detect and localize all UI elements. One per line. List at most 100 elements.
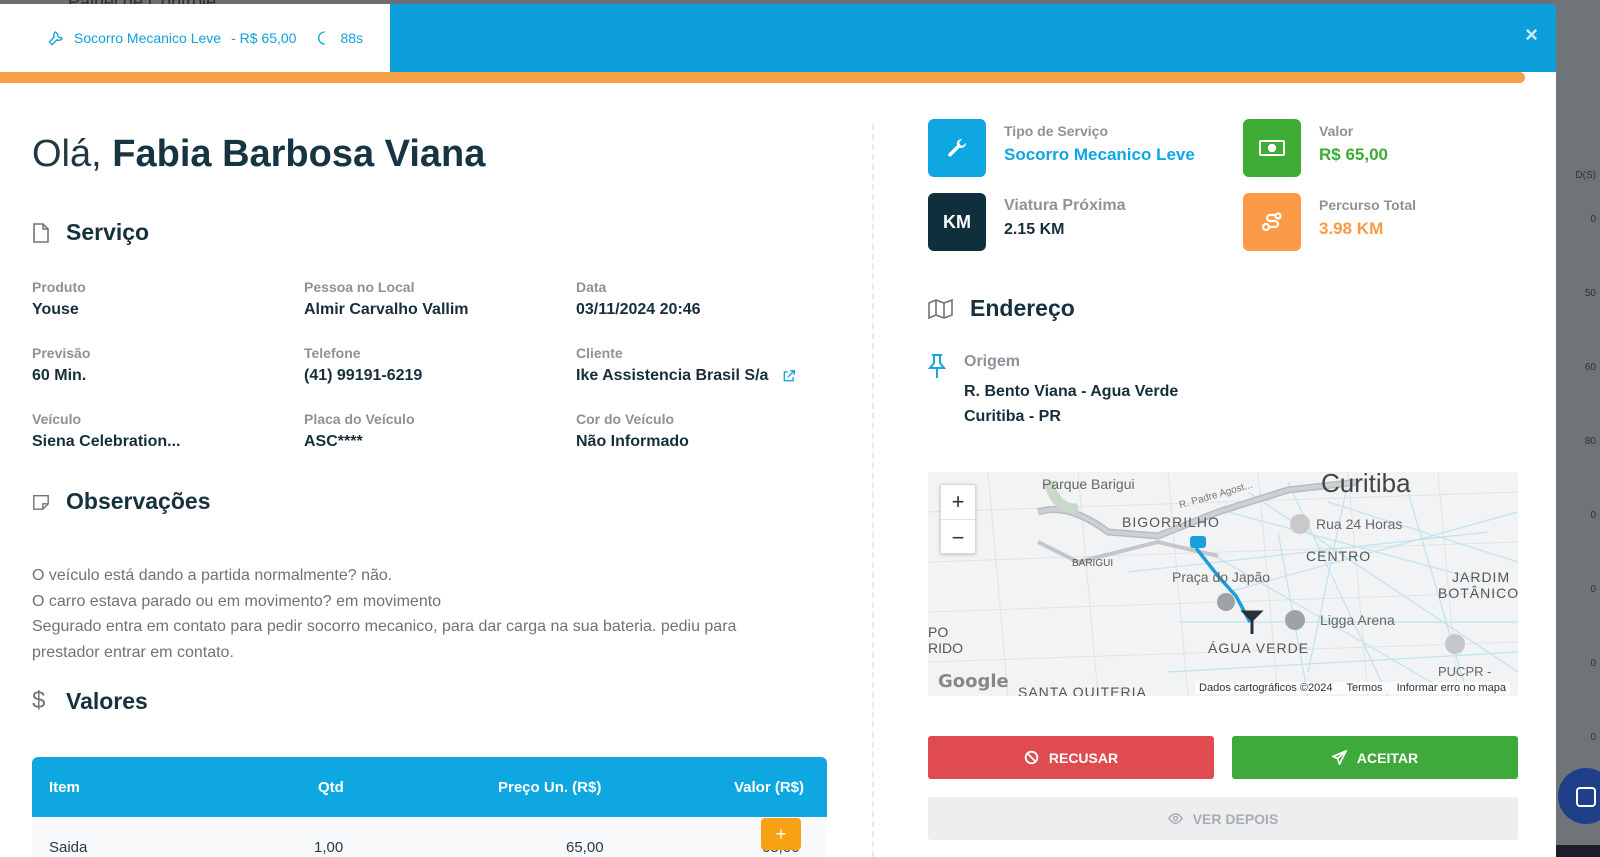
aceitar-label: ACEITAR — [1356, 749, 1419, 766]
observacao-line: O veículo está dando a partida normalmen… — [32, 567, 393, 584]
field-label: Previsão — [32, 345, 91, 361]
field-value: (41) 99191-6219 — [304, 367, 423, 384]
map-label: SANTA QUITERIA — [1018, 684, 1147, 696]
field-value: ASC**** — [304, 433, 363, 450]
map-label: BARIGUI — [1072, 558, 1114, 569]
greeting-prefix: Olá, — [32, 133, 102, 175]
map-data-credit: Dados cartográficos ©2024 — [1199, 682, 1333, 694]
table-header: Item Qtd Preço Un. (R$) Valor (R$) — [32, 757, 827, 817]
background-value: 80 — [1584, 436, 1596, 447]
field-cor: Cor do Veículo Não Informado — [576, 411, 689, 451]
ver-depois-button[interactable]: VER DEPOIS — [928, 797, 1518, 840]
cell-qtd: 1,00 — [314, 839, 344, 856]
ban-icon — [1024, 750, 1039, 765]
recusar-label: RECUSAR — [1048, 749, 1119, 766]
map-label: Praça do Japão — [1172, 569, 1271, 585]
origem-block: Origem R. Bento Viana - Agua Verde Curit… — [928, 353, 1178, 429]
eye-icon — [1167, 813, 1183, 824]
field-placa: Placa do Veículo ASC**** — [304, 411, 415, 451]
stat-value: 3.98 KM — [1319, 219, 1384, 238]
document-icon — [33, 222, 49, 243]
background-right-column: D(S) 0 50 60 80 0 0 0 0 0 — [1554, 0, 1600, 857]
modal-header: Socorro Mecanico Leve - R$ 65,00 88s × — [0, 4, 1556, 72]
recusar-button[interactable]: RECUSAR — [928, 736, 1214, 779]
field-value: 03/11/2024 20:46 — [576, 301, 701, 318]
google-logo[interactable]: Google — [938, 671, 1009, 692]
background-value: 60 — [1584, 362, 1596, 373]
map-label: BOTÂNICO — [1438, 585, 1518, 601]
map-footer: Dados cartográficos ©2024 Termos Informa… — [1195, 682, 1510, 694]
greeting-name: Fabia Barbosa Viana — [112, 133, 486, 175]
stat-percurso-total: Percurso Total 3.98 KM — [1243, 193, 1416, 251]
field-label: Veículo — [32, 411, 82, 427]
background-value: 0 — [1590, 584, 1596, 595]
map-label: Rua 24 Horas — [1316, 516, 1403, 532]
map-label: Ligga Arena — [1320, 612, 1395, 628]
endereco-title: Endereço — [970, 295, 1075, 321]
header-price-label: - R$ 65,00 — [231, 30, 297, 46]
origem-label: Origem — [964, 353, 1021, 370]
service-summary-tab[interactable]: Socorro Mecanico Leve - R$ 65,00 88s — [0, 4, 390, 72]
map-label: PUCPR - — [1438, 664, 1492, 679]
zoom-in-button[interactable]: + — [941, 485, 975, 520]
route-map[interactable]: Parque Barigui R. Padre Agost... Curitib… — [928, 472, 1518, 696]
field-label: Produto — [32, 279, 86, 295]
field-data: Data 03/11/2024 20:46 — [576, 279, 701, 319]
field-telefone: Telefone (41) 99191-6219 — [304, 345, 422, 385]
background-value: 50 — [1584, 288, 1596, 299]
km-icon: KM — [928, 193, 986, 251]
observacoes-text: O veículo está dando a partida normalmen… — [32, 563, 822, 665]
map-terms-link[interactable]: Termos — [1347, 682, 1383, 694]
field-label: Data — [576, 279, 607, 295]
stat-label: Valor — [1319, 123, 1354, 139]
field-label: Placa do Veículo — [304, 411, 415, 427]
stat-viatura-proxima: KM Viatura Próxima 2.15 KM — [928, 193, 1126, 251]
field-value: Almir Carvalho Vallim — [304, 301, 469, 318]
field-previsao: Previsão 60 Min. — [32, 345, 90, 385]
wrench-icon — [48, 31, 63, 46]
column-header-item: Item — [49, 778, 80, 796]
map-label: Curitiba — [1321, 472, 1411, 498]
aceitar-button[interactable]: ACEITAR — [1232, 736, 1518, 779]
map-label: JARDIM — [1452, 569, 1511, 585]
send-icon — [1331, 750, 1347, 765]
field-value: Não Informado — [576, 433, 689, 450]
note-icon — [33, 494, 49, 510]
origem-line1: R. Bento Viana - Agua Verde — [964, 383, 1179, 400]
column-header-qtd: Qtd — [318, 778, 344, 796]
endereco-section-title: Endereço — [928, 295, 1075, 322]
cell-preco: 65,00 — [566, 839, 604, 856]
field-pessoa-local: Pessoa no Local Almir Carvalho Vallim — [304, 279, 469, 319]
background-value: 0 — [1590, 732, 1596, 743]
background-value: 0 — [1590, 214, 1596, 225]
map-label: CENTRO — [1306, 548, 1372, 564]
add-item-button[interactable]: + — [761, 818, 801, 850]
ver-depois-label: VER DEPOIS — [1192, 810, 1279, 827]
external-link-icon[interactable] — [782, 369, 796, 383]
map-icon — [928, 298, 953, 319]
map-report-link[interactable]: Informar erro no mapa — [1397, 682, 1506, 694]
observacao-line: O carro estava parado ou em movimento? e… — [32, 592, 442, 610]
field-label: Cor do Veículo — [576, 411, 675, 427]
stat-value: 2.15 KM — [1004, 221, 1065, 238]
field-cliente: Cliente Ike Assistencia Brasil S/a — [576, 345, 796, 385]
close-button[interactable]: × — [1525, 22, 1538, 48]
map-label: ÁGUA VERDE — [1208, 640, 1310, 656]
background-value: 0 — [1590, 510, 1596, 521]
zoom-out-button[interactable]: − — [941, 520, 975, 555]
map-label: BIGORRILHO — [1122, 514, 1220, 530]
service-offer-modal: Socorro Mecanico Leve - R$ 65,00 88s × O… — [0, 4, 1556, 857]
map-label: PO — [928, 624, 949, 640]
dollar-icon: $ — [32, 687, 46, 714]
stat-label: Tipo de Serviço — [1004, 123, 1108, 139]
background-value: D(S) — [1575, 170, 1596, 181]
field-value: 60 Min. — [32, 367, 87, 384]
countdown-progress-bar — [0, 72, 1525, 83]
header-timer: 88s — [340, 30, 364, 46]
field-produto: Produto Youse — [32, 279, 86, 319]
observacao-line: Segurado entra em contato para pedir soc… — [32, 618, 737, 635]
timer-icon — [318, 31, 326, 45]
background-value: 0 — [1590, 658, 1596, 669]
money-icon — [1243, 119, 1301, 177]
stat-valor: Valor R$ 65,00 — [1243, 119, 1388, 177]
